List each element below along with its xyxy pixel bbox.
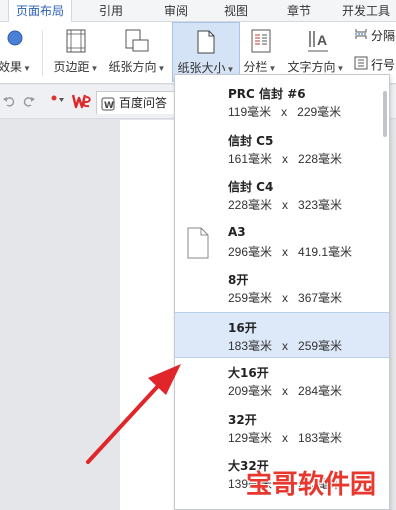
site-watermark: 宝哥软件园 <box>246 462 386 500</box>
watermark-text: 宝哥软件园 <box>246 470 377 500</box>
annotation-arrow <box>86 364 181 464</box>
